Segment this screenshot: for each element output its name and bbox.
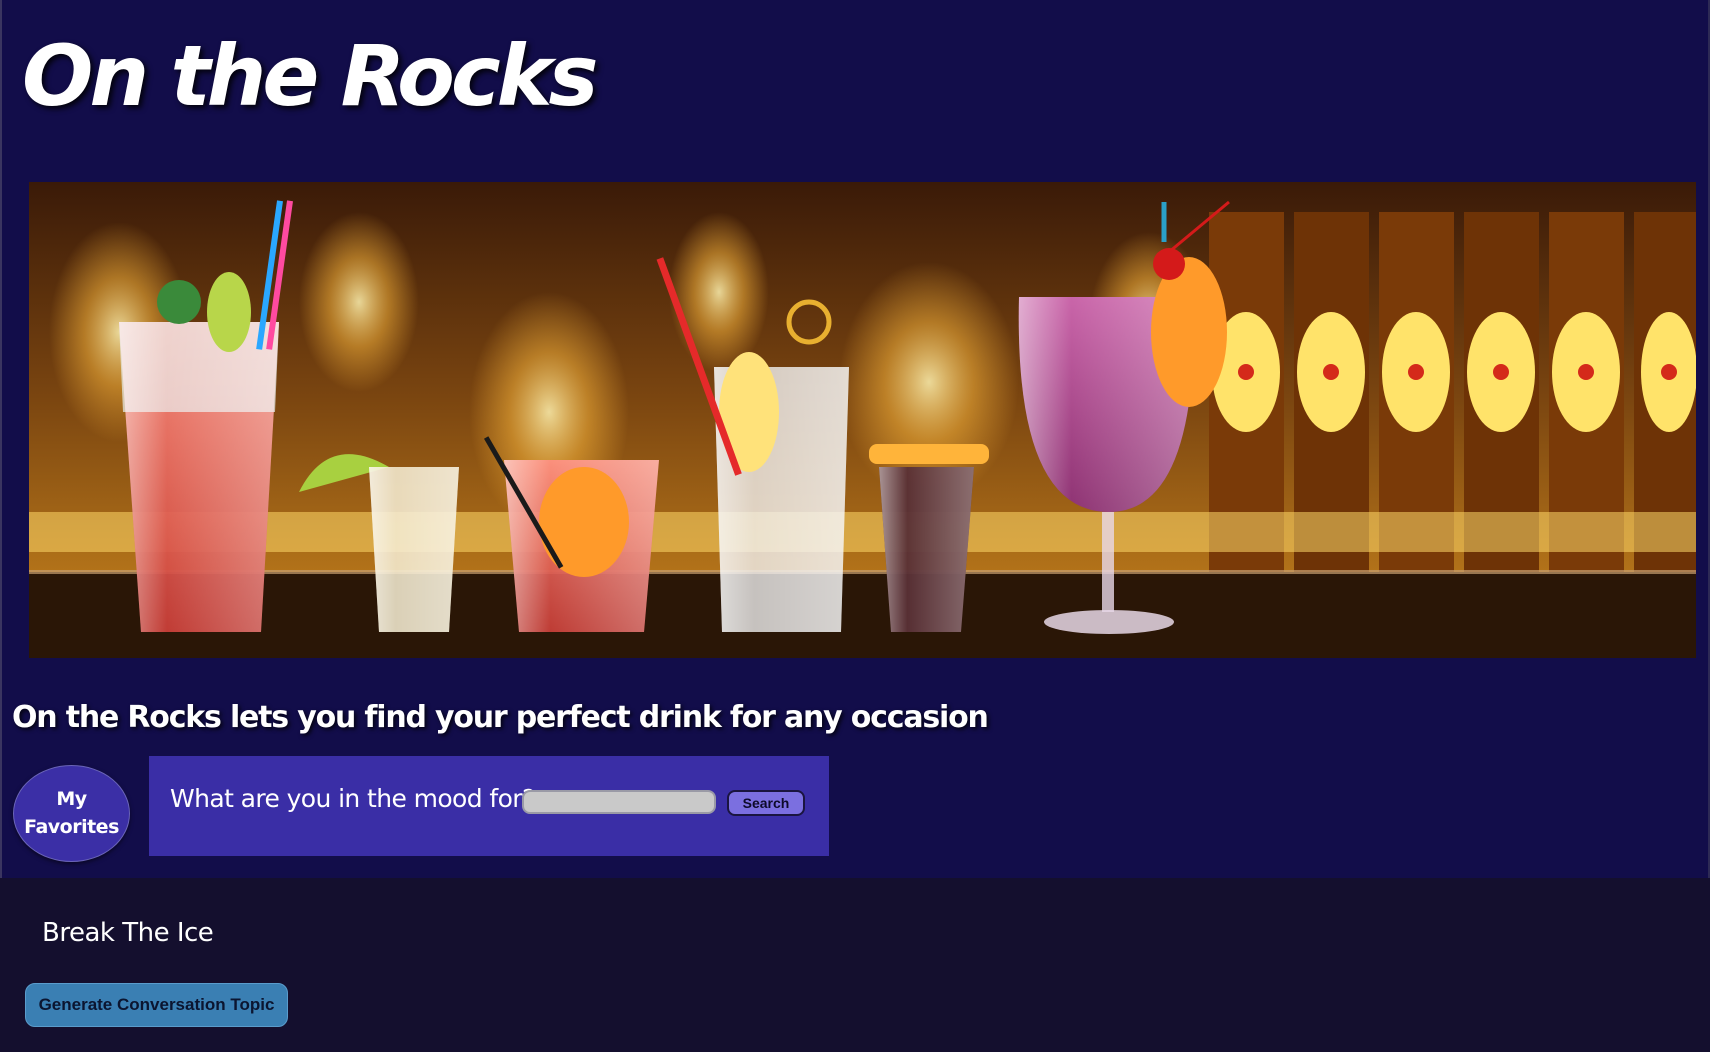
search-panel: What are you in the mood for? Search <box>149 756 829 856</box>
search-prompt-label: What are you in the mood for? <box>170 784 535 813</box>
break-the-ice-heading: Break The Ice <box>42 918 214 948</box>
favorites-label-line1: My <box>56 787 87 810</box>
tagline: On the Rocks lets you find your perfect … <box>12 700 989 735</box>
site-title: On the Rocks <box>22 27 598 125</box>
search-button[interactable]: Search <box>727 790 805 816</box>
hero-banner-image <box>29 182 1696 658</box>
generate-conversation-topic-button[interactable]: Generate Conversation Topic <box>25 983 288 1027</box>
my-favorites-button[interactable]: My Favorites <box>13 765 130 862</box>
break-the-ice-section: Break The Ice Generate Conversation Topi… <box>0 878 1710 1052</box>
favorites-label-line2: Favorites <box>24 815 119 838</box>
search-input[interactable] <box>522 790 716 814</box>
